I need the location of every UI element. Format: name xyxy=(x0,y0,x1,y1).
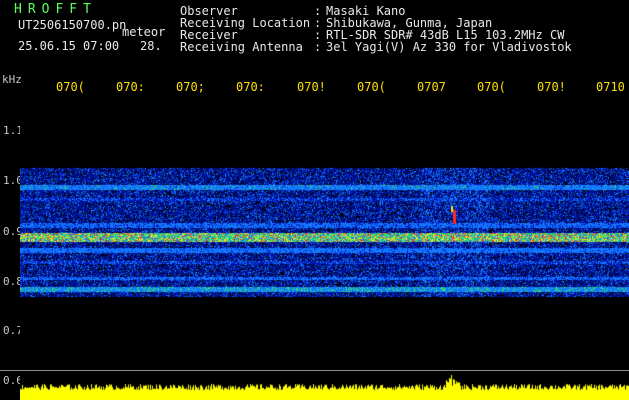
time-tick: 070; xyxy=(176,80,205,94)
time-tick: 070( xyxy=(56,80,85,94)
time-tick: 0710 xyxy=(596,80,625,94)
time-tick: 070: xyxy=(236,80,265,94)
logo-text: HROFFT xyxy=(14,2,97,17)
antenna-value: 3el Yagi(V) Az 330 for Vladivostok xyxy=(326,40,572,54)
time-tick: 070: xyxy=(116,80,145,94)
filename-label: UT2506150700.pn xyxy=(18,18,127,32)
antenna-sep: : xyxy=(314,40,322,54)
antenna-label: Receiving Antenna xyxy=(180,40,303,54)
time-tick: 0707 xyxy=(417,80,446,94)
mode-label: meteor xyxy=(122,25,166,39)
spectrogram xyxy=(20,100,629,400)
amplitude-baseline xyxy=(0,370,629,371)
time-tick: 070! xyxy=(537,80,566,94)
time-tick: 070( xyxy=(477,80,506,94)
unit-label: kHz xyxy=(2,73,22,86)
time-tick: 070( xyxy=(357,80,386,94)
time-tick: 070! xyxy=(297,80,326,94)
level-label: 28. xyxy=(140,39,162,53)
spectrogram-canvas xyxy=(20,100,629,400)
datetime-label: 25.06.15 07:00 xyxy=(18,39,120,53)
